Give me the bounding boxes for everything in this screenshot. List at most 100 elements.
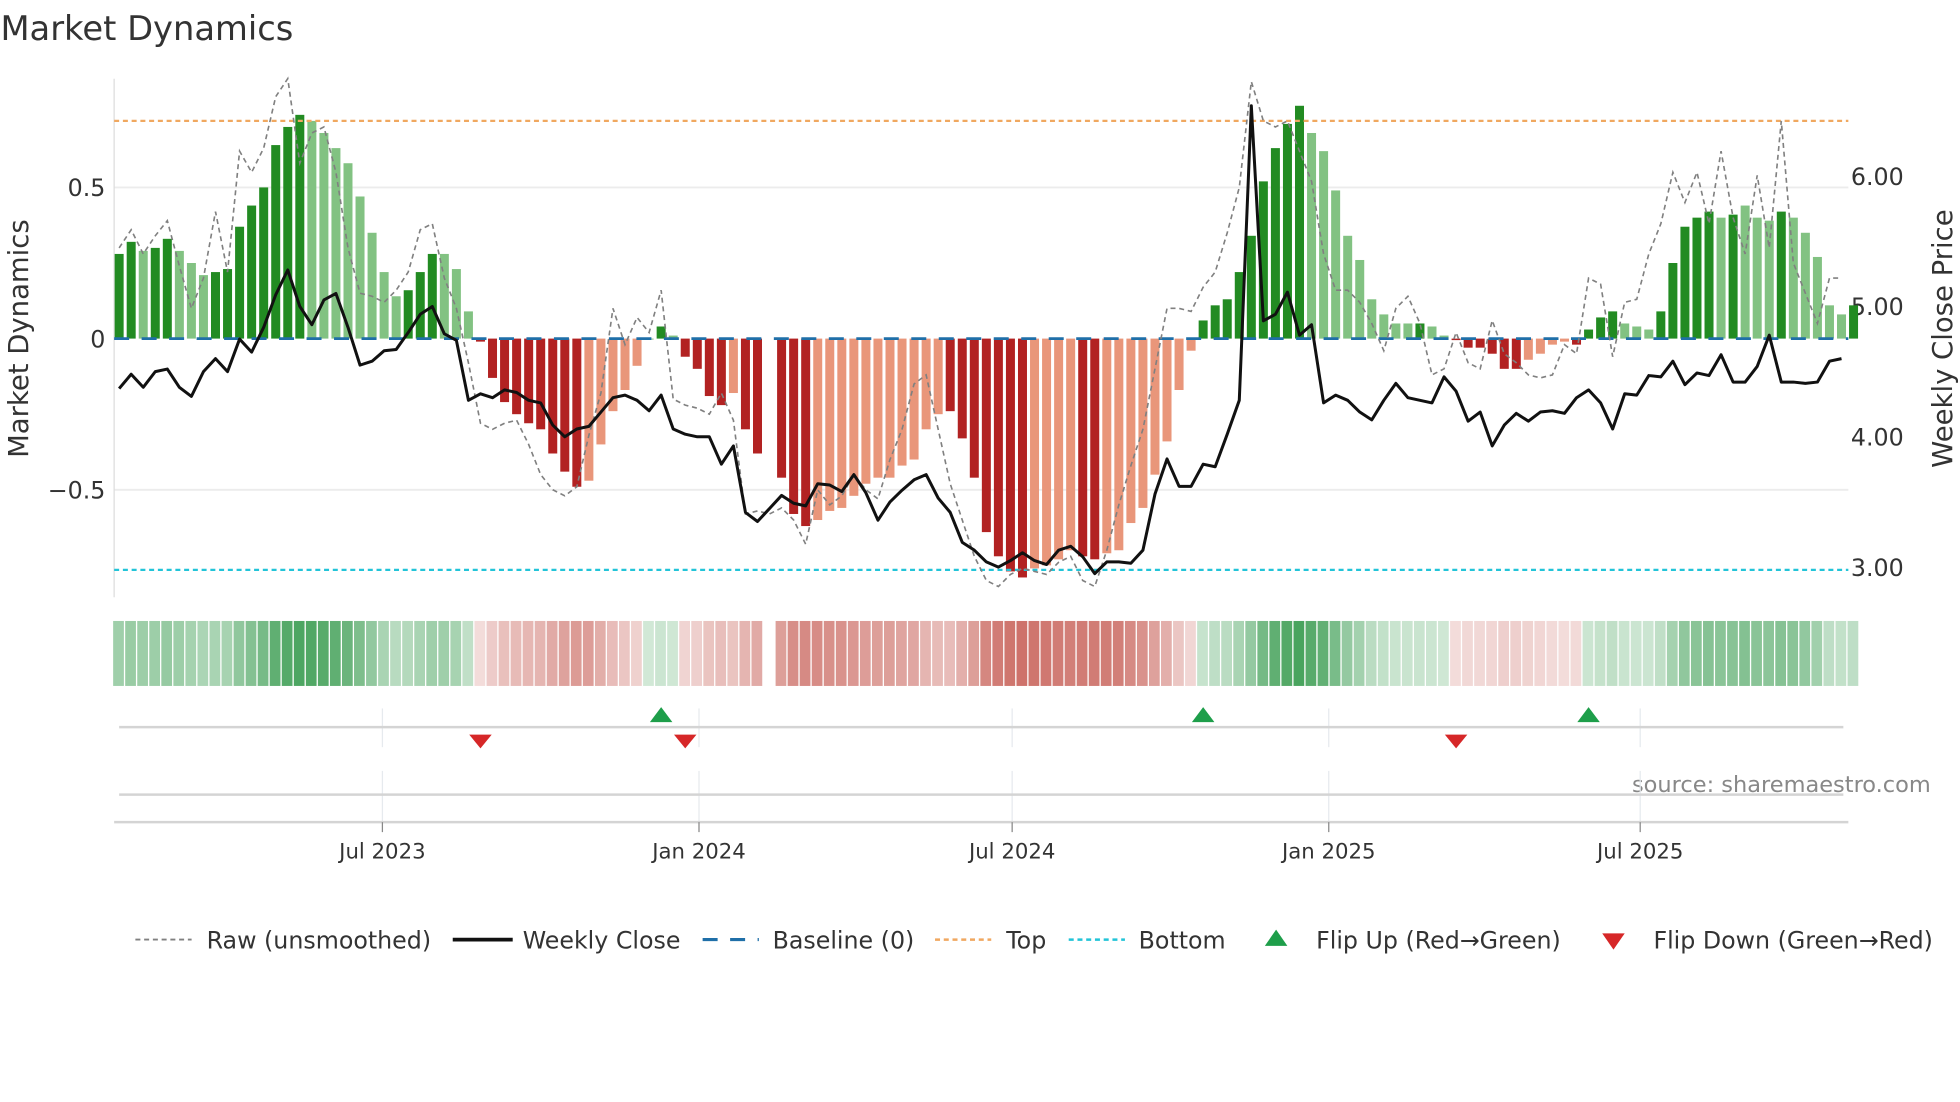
heatmap-cell bbox=[1654, 620, 1666, 686]
heatmap-cell bbox=[221, 620, 233, 686]
momentum-bar bbox=[777, 338, 787, 478]
heatmap-cell bbox=[1522, 620, 1534, 686]
momentum-bar bbox=[945, 338, 955, 412]
heatmap-cell bbox=[570, 620, 582, 686]
momentum-bar bbox=[981, 338, 991, 533]
momentum-bar bbox=[1114, 338, 1124, 551]
y-tick-label-left: 0 bbox=[90, 325, 105, 353]
heatmap-cell bbox=[390, 620, 401, 686]
heatmap-cell bbox=[113, 620, 124, 686]
momentum-bar bbox=[1391, 323, 1401, 339]
momentum-bar bbox=[1728, 214, 1738, 339]
heatmap-cell bbox=[1281, 620, 1293, 686]
heatmap-cell bbox=[992, 620, 1004, 686]
heatmap-cell bbox=[402, 620, 413, 686]
y-tick-label-right: 6.00 bbox=[1851, 163, 1904, 191]
heatmap-cell bbox=[883, 620, 895, 686]
heatmap-cell bbox=[281, 620, 293, 686]
heatmap-cell bbox=[293, 620, 305, 686]
heatmap-cell bbox=[811, 620, 823, 686]
heatmap-cell bbox=[1305, 620, 1317, 686]
heatmap-cell bbox=[1666, 620, 1678, 686]
momentum-bar bbox=[1222, 299, 1232, 339]
heatmap-cell bbox=[631, 620, 642, 686]
heatmap-cell bbox=[956, 620, 968, 686]
momentum-bar bbox=[210, 272, 220, 339]
x-tick-label: Jul 2025 bbox=[1595, 839, 1683, 864]
momentum-bar bbox=[415, 272, 425, 339]
heatmap-cell bbox=[1257, 620, 1269, 686]
momentum-bar bbox=[1511, 338, 1521, 369]
heatmap-cell bbox=[161, 620, 173, 686]
momentum-bar bbox=[512, 338, 522, 415]
heatmap-cell bbox=[896, 620, 907, 686]
heatmap-cell bbox=[1799, 620, 1811, 686]
momentum-bar bbox=[692, 338, 702, 369]
legend-item-up: Flip Up (Red→Green) bbox=[1264, 926, 1561, 954]
momentum-bar bbox=[186, 263, 196, 339]
heatmap-cell bbox=[1377, 620, 1389, 686]
y-axis-label-left: Market Dynamics bbox=[3, 219, 35, 458]
momentum-bar bbox=[873, 338, 883, 478]
heatmap-cell bbox=[1582, 620, 1594, 686]
legend-label: Top bbox=[1005, 926, 1046, 954]
heatmap-cell bbox=[932, 620, 943, 686]
heatmap-cell bbox=[1197, 620, 1208, 686]
momentum-bar bbox=[247, 205, 257, 339]
momentum-bar bbox=[849, 338, 859, 496]
heatmap-cell bbox=[209, 620, 221, 686]
heatmap-cell bbox=[1341, 620, 1353, 686]
heatmap-cell bbox=[233, 620, 245, 686]
heatmap-cell bbox=[594, 620, 606, 686]
heatmap-cell bbox=[908, 620, 919, 686]
momentum-bar bbox=[1198, 320, 1208, 339]
momentum-bar bbox=[536, 338, 546, 430]
momentum-bar bbox=[1427, 326, 1437, 339]
heatmap-cell bbox=[1510, 620, 1522, 686]
legend-item-down: Flip Down (Green→Red) bbox=[1602, 926, 1933, 954]
heatmap-cell bbox=[823, 620, 835, 686]
market-dynamics-chart: Market Dynamics Market Dynamics Weekly C… bbox=[0, 9, 1959, 954]
heatmap-cell bbox=[269, 620, 281, 686]
heatmap-cell bbox=[1245, 620, 1257, 686]
x-tick-label: Jan 2025 bbox=[1280, 839, 1376, 864]
heatmap-cell bbox=[1558, 620, 1570, 686]
heatmap-cell bbox=[655, 620, 666, 686]
momentum-bar bbox=[138, 250, 148, 339]
heatmap-cell bbox=[474, 620, 486, 686]
momentum-bar bbox=[1451, 338, 1461, 341]
heatmap-cell bbox=[1498, 620, 1510, 686]
momentum-bar bbox=[451, 269, 461, 339]
momentum-bar bbox=[548, 338, 558, 454]
heatmap-cell bbox=[1462, 620, 1473, 686]
momentum-bar bbox=[379, 272, 389, 339]
heatmap-cell bbox=[1847, 620, 1859, 686]
heatmap-cell bbox=[1775, 620, 1787, 686]
heatmap-cell bbox=[1076, 620, 1088, 686]
heatmap-cell bbox=[426, 620, 438, 686]
heatmap-cell bbox=[606, 620, 618, 686]
heatmap-cell bbox=[197, 620, 209, 686]
momentum-bar bbox=[343, 163, 353, 339]
momentum-bar bbox=[1078, 338, 1088, 557]
heatmap-cell bbox=[1630, 620, 1642, 686]
heatmap-cell bbox=[1739, 620, 1750, 686]
momentum-bar bbox=[1849, 305, 1859, 339]
heatmap-cell bbox=[486, 620, 498, 686]
legend-label: Flip Down (Green→Red) bbox=[1653, 926, 1932, 954]
heatmap-cell bbox=[317, 620, 329, 686]
heatmap-cell bbox=[1136, 620, 1148, 686]
heatmap-cell bbox=[1052, 620, 1064, 686]
heatmap-cell bbox=[1353, 620, 1365, 686]
momentum-bar bbox=[584, 338, 594, 481]
heatmap-cell bbox=[546, 620, 558, 686]
heatmap-cell bbox=[1088, 620, 1100, 686]
legend-item-baseline: Baseline (0) bbox=[702, 926, 914, 954]
x-tick-label: Jul 2024 bbox=[967, 839, 1055, 864]
momentum-bar bbox=[789, 338, 799, 514]
heatmap-cell bbox=[1727, 620, 1738, 686]
heatmap-cell bbox=[1040, 620, 1052, 686]
flip-up-marker bbox=[1577, 707, 1600, 723]
momentum-bar bbox=[897, 338, 907, 466]
momentum-bar bbox=[1054, 338, 1064, 560]
